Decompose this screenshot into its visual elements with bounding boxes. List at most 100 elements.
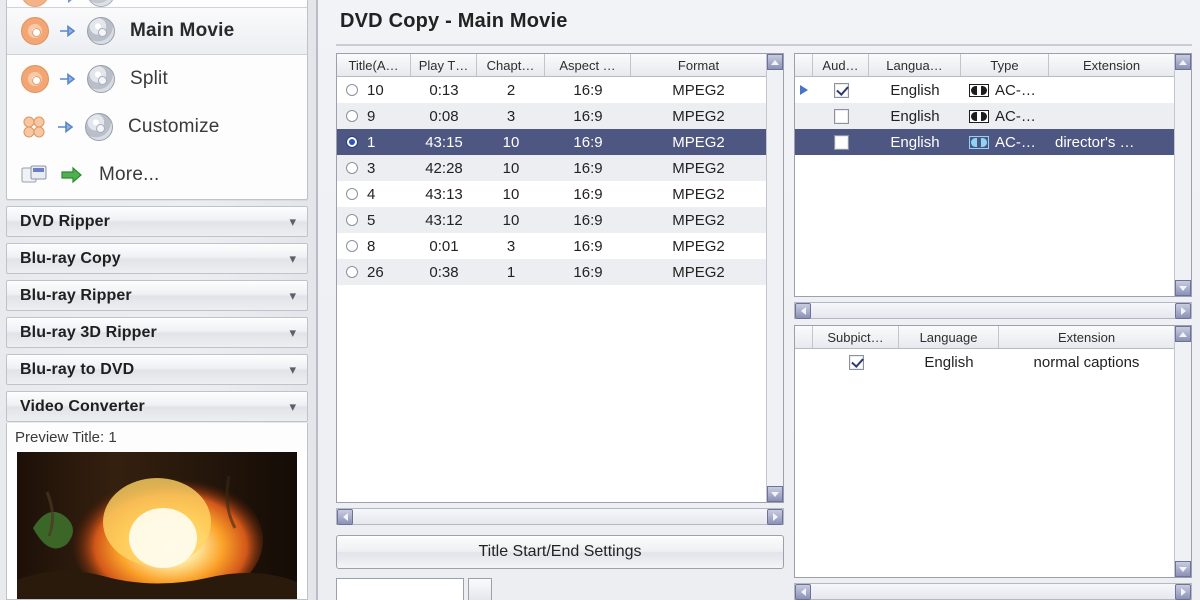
disc-orange-icon: [21, 17, 49, 45]
chevron-down-icon: ▾: [289, 362, 296, 377]
title-radio[interactable]: [346, 214, 358, 226]
column-header-chapters[interactable]: Chapt…: [477, 54, 545, 76]
chevron-down-icon: ▾: [289, 251, 296, 266]
scroll-down-button[interactable]: [1175, 280, 1191, 296]
scroll-down-button[interactable]: [767, 486, 783, 502]
title-number: 26: [367, 263, 384, 281]
audio-type-cell: AC-…: [961, 134, 1049, 151]
audio-checkbox[interactable]: [833, 134, 849, 150]
table-row[interactable]: English normal captions: [795, 349, 1174, 375]
sidebar-section-bluray-to-dvd[interactable]: Blu-ray to DVD ▾: [6, 354, 308, 385]
table-row[interactable]: English AC-… director's …: [795, 129, 1174, 155]
table-row[interactable]: English AC-…: [795, 103, 1174, 129]
column-header-subtitle-language[interactable]: Language: [899, 326, 999, 348]
format-cell: MPEG2: [672, 211, 725, 229]
table-row[interactable]: 4 43:13 10 16:9 MPEG2: [337, 181, 766, 207]
table-row[interactable]: 26 0:38 1 16:9 MPEG2: [337, 259, 766, 285]
title-cell[interactable]: 3: [337, 160, 411, 177]
audio-language-cell: English: [890, 107, 940, 125]
scroll-left-button[interactable]: [795, 583, 811, 600]
mode-row-customize[interactable]: Customize: [7, 103, 307, 151]
scroll-down-button[interactable]: [1175, 561, 1191, 577]
column-header-audio[interactable]: Aud…: [813, 54, 869, 76]
table-row[interactable]: 1 43:15 10 16:9 MPEG2: [337, 129, 766, 155]
sidebar-section-dvd-ripper[interactable]: DVD Ripper ▾: [6, 206, 308, 237]
column-header-aspect[interactable]: Aspect …: [545, 54, 631, 76]
title-cell[interactable]: 1: [337, 134, 411, 151]
mode-row-main-movie[interactable]: Main Movie: [7, 7, 307, 55]
mode-row-split[interactable]: Split: [7, 55, 307, 103]
h-scroll-track[interactable]: [811, 303, 1175, 318]
column-header-title[interactable]: Title(A…: [337, 54, 411, 76]
scroll-up-button[interactable]: [1175, 54, 1191, 70]
audio-checkbox-cell[interactable]: [813, 82, 869, 98]
bottom-control-stub: [336, 578, 784, 600]
title-cell[interactable]: 8: [337, 238, 411, 255]
audio-horizontal-scrollbar[interactable]: [794, 302, 1192, 319]
scroll-right-button[interactable]: [1175, 302, 1191, 319]
title-cell[interactable]: 4: [337, 186, 411, 203]
audio-checkbox-cell[interactable]: [813, 134, 869, 150]
title-radio[interactable]: [346, 84, 358, 96]
sidebar-section-bluray-ripper[interactable]: Blu-ray Ripper ▾: [6, 280, 308, 311]
play-time-cell: 0:13: [429, 81, 459, 99]
title-radio[interactable]: [346, 162, 358, 174]
title-start-end-settings-button[interactable]: Title Start/End Settings: [336, 535, 784, 569]
title-cell[interactable]: 9: [337, 108, 411, 125]
subtitle-vertical-scrollbar[interactable]: [1174, 326, 1191, 577]
scroll-up-button[interactable]: [1175, 326, 1191, 342]
audio-checkbox[interactable]: [833, 108, 849, 124]
subtitle-panel-body: Subpict… Language Extension English norma…: [795, 326, 1191, 577]
column-header-audio-extension[interactable]: Extension: [1049, 54, 1174, 76]
column-header-audio-type[interactable]: Type: [961, 54, 1049, 76]
titles-horizontal-scrollbar[interactable]: [336, 508, 784, 525]
audio-checkbox[interactable]: [833, 82, 849, 98]
title-radio[interactable]: [346, 136, 358, 148]
table-row[interactable]: 3 42:28 10 16:9 MPEG2: [337, 155, 766, 181]
sidebar-section-bluray-3d-ripper[interactable]: Blu-ray 3D Ripper ▾: [6, 317, 308, 348]
mode-row-more[interactable]: More...: [7, 151, 307, 199]
table-row[interactable]: English AC-…: [795, 77, 1174, 103]
titles-table-header: Title(A… Play T… Chapt… Aspect … Format: [337, 54, 766, 77]
table-row[interactable]: 8 0:01 3 16:9 MPEG2: [337, 233, 766, 259]
title-number: 5: [367, 211, 376, 229]
title-cell[interactable]: 26: [337, 264, 411, 281]
audio-language-cell: English: [890, 133, 940, 151]
column-header-subpicture[interactable]: Subpict…: [813, 326, 899, 348]
column-header-audio-marker: [795, 54, 813, 76]
title-cell[interactable]: 5: [337, 212, 411, 229]
h-scroll-track[interactable]: [811, 584, 1175, 599]
scroll-right-button[interactable]: [1175, 583, 1191, 600]
subtitle-checkbox-cell[interactable]: [813, 354, 899, 370]
title-cell[interactable]: 10: [337, 82, 411, 99]
titles-list-area: Title(A… Play T… Chapt… Aspect … Format …: [337, 54, 766, 502]
bottom-dropdown-button[interactable]: [468, 578, 492, 600]
sidebar-section-bluray-copy[interactable]: Blu-ray Copy ▾: [6, 243, 308, 274]
preview-thumbnail[interactable]: [17, 452, 297, 599]
subtitle-checkbox[interactable]: [848, 354, 864, 370]
scroll-up-button[interactable]: [767, 54, 783, 70]
table-row[interactable]: 9 0:08 3 16:9 MPEG2: [337, 103, 766, 129]
scroll-left-button[interactable]: [337, 508, 353, 525]
title-radio[interactable]: [346, 240, 358, 252]
scroll-right-button[interactable]: [767, 508, 783, 525]
mode-row-partial[interactable]: [7, 0, 307, 7]
bottom-input-field[interactable]: [336, 578, 464, 600]
titles-vertical-scrollbar[interactable]: [766, 54, 783, 502]
audio-vertical-scrollbar[interactable]: [1174, 54, 1191, 296]
sidebar-section-video-converter[interactable]: Video Converter ▾: [6, 391, 308, 422]
column-header-play-time[interactable]: Play T…: [411, 54, 477, 76]
h-scroll-track[interactable]: [353, 509, 767, 524]
column-header-format[interactable]: Format: [631, 54, 766, 76]
column-header-audio-language[interactable]: Langua…: [869, 54, 961, 76]
table-row[interactable]: 5 43:12 10 16:9 MPEG2: [337, 207, 766, 233]
audio-checkbox-cell[interactable]: [813, 108, 869, 124]
subtitle-horizontal-scrollbar[interactable]: [794, 583, 1192, 600]
scroll-left-button[interactable]: [795, 302, 811, 319]
chevron-down-icon: ▾: [289, 288, 296, 303]
title-radio[interactable]: [346, 110, 358, 122]
title-radio[interactable]: [346, 266, 358, 278]
column-header-subtitle-extension[interactable]: Extension: [999, 326, 1174, 348]
title-radio[interactable]: [346, 188, 358, 200]
table-row[interactable]: 10 0:13 2 16:9 MPEG2: [337, 77, 766, 103]
